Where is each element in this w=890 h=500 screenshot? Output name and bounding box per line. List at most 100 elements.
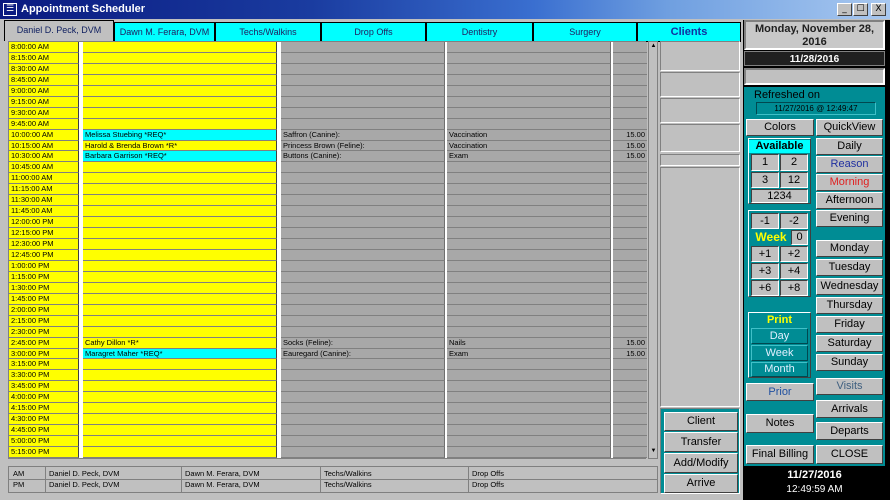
reason-cell[interactable] — [447, 304, 611, 316]
fee-cell[interactable] — [613, 447, 647, 458]
client-cell[interactable] — [83, 239, 277, 250]
week-minus-1[interactable]: -1 — [751, 213, 779, 229]
reason-cell[interactable] — [447, 392, 611, 404]
schedule-row[interactable]: 8:30:00 AM — [9, 63, 647, 75]
monday-button[interactable]: Monday — [816, 240, 883, 257]
add-modify-button[interactable]: Add/Modify — [664, 453, 738, 473]
fee-cell[interactable] — [613, 107, 647, 119]
schedule-row[interactable]: 1:00:00 PM — [9, 260, 647, 272]
client-cell[interactable] — [83, 403, 277, 415]
reason-cell[interactable] — [447, 63, 611, 75]
client-cell[interactable] — [83, 271, 277, 283]
reason-cell[interactable] — [447, 250, 611, 261]
patient-cell[interactable]: Saffron (Canine): — [281, 129, 445, 141]
time-cell[interactable]: 11:00:00 AM — [9, 173, 79, 185]
client-cell[interactable] — [83, 250, 277, 261]
client-cell[interactable] — [83, 184, 277, 196]
quickview-button[interactable]: QuickView — [816, 119, 883, 136]
schedule-row[interactable]: 8:45:00 AM — [9, 74, 647, 86]
fee-cell[interactable] — [613, 250, 647, 261]
time-cell[interactable]: 2:30:00 PM — [9, 326, 79, 338]
fee-cell[interactable] — [613, 326, 647, 338]
schedule-row[interactable]: 11:00:00 AM — [9, 173, 647, 185]
patient-cell[interactable] — [281, 359, 445, 371]
week-plus-8[interactable]: +8 — [780, 280, 808, 296]
arrive-button[interactable]: Arrive — [664, 474, 738, 493]
time-cell[interactable]: 3:15:00 PM — [9, 359, 79, 371]
schedule-row[interactable]: 12:45:00 PM — [9, 250, 647, 261]
schedule-row[interactable]: 4:30:00 PM — [9, 414, 647, 426]
fee-cell[interactable] — [613, 162, 647, 174]
thursday-button[interactable]: Thursday — [816, 297, 883, 314]
week-plus-4[interactable]: +4 — [780, 263, 808, 279]
schedule-row[interactable]: 12:30:00 PM — [9, 239, 647, 250]
reason-cell[interactable] — [447, 425, 611, 437]
patient-cell[interactable]: Princess Brown (Feline): — [281, 140, 445, 152]
client-cell[interactable]: Melissa Stuebing *REQ* — [83, 129, 277, 141]
reason-cell[interactable] — [447, 315, 611, 327]
schedule-grid[interactable]: 8:00:00 AM 8:15:00 AM 8:30:00 AM 8:45:00 AM… — [8, 41, 647, 459]
reason-cell[interactable] — [447, 107, 611, 119]
tab-daniel-peck[interactable]: Daniel D. Peck, DVM — [4, 20, 114, 41]
patient-cell[interactable]: Buttons (Canine): — [281, 151, 445, 163]
patient-cell[interactable] — [281, 173, 445, 185]
reason-cell[interactable] — [447, 96, 611, 108]
schedule-row[interactable]: 3:15:00 PM — [9, 359, 647, 371]
reason-cell[interactable] — [447, 326, 611, 338]
client-cell[interactable] — [83, 370, 277, 382]
reason-cell[interactable] — [447, 228, 611, 240]
schedule-scrollbar[interactable]: ▲ ▼ — [648, 41, 658, 459]
fee-cell[interactable] — [613, 239, 647, 250]
fee-cell[interactable]: 15.00 — [613, 348, 647, 360]
fee-cell[interactable] — [613, 414, 647, 426]
time-cell[interactable]: 1:15:00 PM — [9, 271, 79, 283]
time-cell[interactable]: 2:15:00 PM — [9, 315, 79, 327]
notes-button[interactable]: Notes — [746, 414, 814, 433]
fee-cell[interactable] — [613, 381, 647, 393]
client-cell[interactable] — [83, 52, 277, 64]
time-cell[interactable]: 1:30:00 PM — [9, 282, 79, 294]
time-cell[interactable]: 9:15:00 AM — [9, 96, 79, 108]
client-cell[interactable] — [83, 304, 277, 316]
fee-cell[interactable] — [613, 293, 647, 305]
scroll-down-arrow-icon[interactable]: ▼ — [650, 448, 657, 456]
final-billing-button[interactable]: Final Billing — [746, 445, 814, 464]
patient-cell[interactable] — [281, 381, 445, 393]
time-cell[interactable]: 8:30:00 AM — [9, 63, 79, 75]
patient-cell[interactable] — [281, 436, 445, 448]
fee-cell[interactable] — [613, 425, 647, 437]
patient-cell[interactable] — [281, 282, 445, 294]
schedule-row[interactable]: 5:15:00 PM — [9, 447, 647, 458]
client-cell[interactable] — [83, 173, 277, 185]
patient-cell[interactable] — [281, 42, 445, 53]
time-cell[interactable]: 12:45:00 PM — [9, 250, 79, 261]
patient-cell[interactable] — [281, 392, 445, 404]
patient-cell[interactable] — [281, 206, 445, 218]
patient-cell[interactable] — [281, 239, 445, 250]
time-cell[interactable]: 5:15:00 PM — [9, 447, 79, 458]
schedule-row[interactable]: 8:00:00 AM — [9, 42, 647, 53]
reason-cell[interactable] — [447, 162, 611, 174]
schedule-row[interactable]: 12:00:00 PM — [9, 217, 647, 229]
available-3[interactable]: 3 — [751, 172, 779, 188]
patient-cell[interactable] — [281, 85, 445, 97]
fee-cell[interactable] — [613, 195, 647, 207]
fee-cell[interactable] — [613, 304, 647, 316]
scroll-up-arrow-icon[interactable]: ▲ — [650, 43, 657, 51]
reason-cell[interactable]: Vaccination — [447, 129, 611, 141]
fee-cell[interactable] — [613, 392, 647, 404]
transfer-button[interactable]: Transfer — [664, 432, 738, 452]
patient-cell[interactable] — [281, 63, 445, 75]
client-cell[interactable] — [83, 260, 277, 272]
reason-cell[interactable] — [447, 293, 611, 305]
search-field[interactable] — [744, 68, 885, 85]
schedule-row[interactable]: 12:15:00 PM — [9, 228, 647, 240]
client-cell[interactable] — [83, 315, 277, 327]
time-cell[interactable]: 12:15:00 PM — [9, 228, 79, 240]
reason-cell[interactable] — [447, 260, 611, 272]
fee-cell[interactable] — [613, 85, 647, 97]
client-cell[interactable] — [83, 74, 277, 86]
patient-cell[interactable] — [281, 260, 445, 272]
schedule-row[interactable]: 2:30:00 PM — [9, 326, 647, 338]
schedule-row[interactable]: 4:15:00 PM — [9, 403, 647, 415]
